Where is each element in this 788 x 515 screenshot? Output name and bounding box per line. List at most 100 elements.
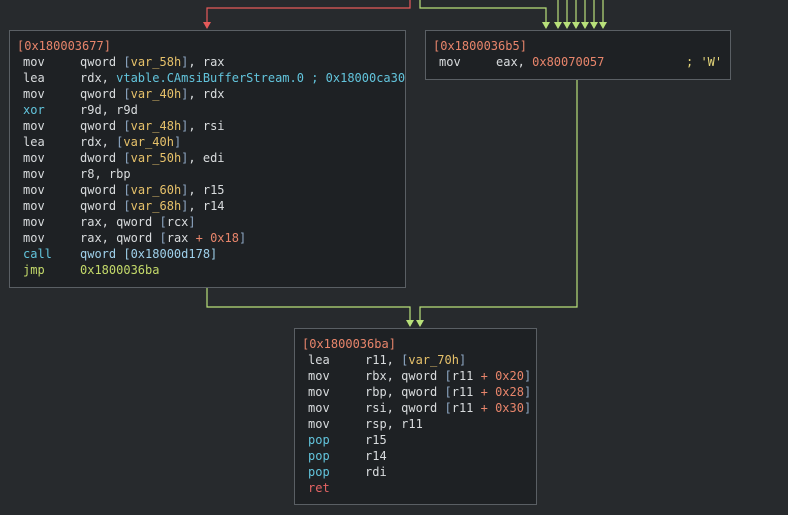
block-address: [0x180003677] <box>17 39 111 53</box>
operand-token: var_50h <box>130 151 182 165</box>
operands: rdx, [var_40h] <box>80 134 181 150</box>
edge-jmp-arrow <box>406 320 414 327</box>
edge-false <box>206 0 411 28</box>
instruction-line[interactable]: mov rax, qword [rcx] <box>17 214 405 230</box>
operand-token: r8, rbp <box>80 167 131 181</box>
operand-token: eax, <box>496 55 533 69</box>
instruction-line[interactable]: mov qword [var_40h], rdx <box>17 86 405 102</box>
mnemonic: xor <box>23 103 45 117</box>
basic-block-0x1800036b5[interactable]: [0x1800036b5] mov eax, 0x80070057 ; 'W' <box>425 30 731 80</box>
mnemonic: mov <box>23 231 45 245</box>
mnemonic: mov <box>308 417 330 431</box>
instruction-line[interactable]: mov r8, rbp <box>17 166 405 182</box>
operands: rsi, qword [r11 + 0x30] <box>365 400 531 416</box>
operands: r14 <box>365 448 387 464</box>
block-instructions: mov qword [var_58h], rax lea rdx, vtable.CA… <box>17 54 405 278</box>
operands: qword [var_48h], rsi <box>80 118 225 134</box>
mnemonic: mov <box>308 369 330 383</box>
mnemonic: pop <box>308 433 330 447</box>
operands: r9d, r9d <box>80 102 138 118</box>
operand-token: dword <box>80 151 124 165</box>
operand-token: rsp, r11 <box>365 417 423 431</box>
incoming-edge-arrows <box>554 22 607 29</box>
operand-token: [ <box>444 401 452 415</box>
mnemonic: ret <box>308 481 330 495</box>
operands: rbx, qword [r11 + 0x20] <box>365 368 531 384</box>
instruction-line[interactable]: pop rdi <box>302 464 536 480</box>
operands: rbp, qword [r11 + 0x28] <box>365 384 531 400</box>
mnemonic: mov <box>23 87 45 101</box>
operand-token: [ <box>123 183 131 197</box>
operand-token: r11 <box>451 385 481 399</box>
operands: rdx, vtable.CAmsiBufferStream.0 ; 0x1800… <box>80 70 405 86</box>
operands: qword [0x18000d178] <box>80 246 217 262</box>
instruction-line[interactable]: mov rbp, qword [r11 + 0x28] <box>302 384 536 400</box>
instruction-line[interactable]: mov qword [var_60h], r15 <box>17 182 405 198</box>
operand-token: var_48h <box>130 119 182 133</box>
operand-token: , rdx <box>188 87 225 101</box>
operand-token: var_40h <box>123 135 174 149</box>
mnemonic: pop <box>308 465 330 479</box>
operand-token: [ <box>123 55 131 69</box>
instruction-line[interactable]: mov qword [var_48h], rsi <box>17 118 405 134</box>
basic-block-0x1800036ba[interactable]: [0x1800036ba] lea r11, [var_70h] mov rbx, q… <box>294 328 537 505</box>
operand-token: qword <box>80 119 124 133</box>
instruction-line[interactable]: call qword [0x18000d178] <box>17 246 405 262</box>
mnemonic: call <box>23 247 52 261</box>
operands: eax, 0x80070057 <box>496 54 604 70</box>
operand-token: , r15 <box>188 183 225 197</box>
operand-token: ] <box>188 215 196 229</box>
instruction-line[interactable]: jmp 0x1800036ba <box>17 262 405 278</box>
operand-token: var_40h <box>130 87 182 101</box>
mnemonic: mov <box>439 55 461 69</box>
instruction-line[interactable]: lea rdx, [var_40h] <box>17 134 405 150</box>
instruction-line[interactable]: mov qword [var_68h], r14 <box>17 198 405 214</box>
operand-token: ] <box>523 385 532 399</box>
operand-token: var_60h <box>130 183 182 197</box>
mnemonic: mov <box>23 55 45 69</box>
instruction-line[interactable]: mov rbx, qword [r11 + 0x20] <box>302 368 536 384</box>
operand-token: qword <box>80 199 124 213</box>
instruction-line[interactable]: pop r15 <box>302 432 536 448</box>
operand-token: rax <box>166 231 196 245</box>
operand-token: [ <box>159 231 167 245</box>
basic-block-0x180003677[interactable]: [0x180003677] mov qword [var_58h], rax lea… <box>9 30 406 288</box>
operands: qword [var_58h], rax <box>80 54 225 70</box>
instruction-line[interactable]: mov eax, 0x80070057 ; 'W' <box>433 54 730 70</box>
operand-token: ] <box>173 135 182 149</box>
operand-token: ] <box>238 231 247 245</box>
instruction-line[interactable]: mov rax, qword [rax + 0x18] <box>17 230 405 246</box>
operand-token: rax, qword <box>80 231 160 245</box>
instruction-line[interactable]: mov rsi, qword [r11 + 0x30] <box>302 400 536 416</box>
instruction-line[interactable]: mov qword [var_58h], rax <box>17 54 405 70</box>
operand-token: [ <box>159 215 167 229</box>
operand-token: rax, qword <box>80 215 160 229</box>
operand-token: r11 <box>451 369 481 383</box>
instruction-line[interactable]: lea rdx, vtable.CAmsiBufferStream.0 ; 0x1… <box>17 70 405 86</box>
edge-fallthrough-arrow <box>416 320 424 327</box>
operand-token: qword [0x18000d178] <box>80 247 218 261</box>
edge-true-arrow <box>542 22 550 29</box>
operands: qword [var_40h], rdx <box>80 86 225 102</box>
edge-false-arrow <box>203 22 211 29</box>
operand-token: ] <box>458 353 467 367</box>
operand-token: + 0x18 <box>195 231 239 245</box>
operand-token: qword <box>80 87 124 101</box>
instruction-line[interactable]: pop r14 <box>302 448 536 464</box>
instruction-line[interactable]: mov rsp, r11 <box>302 416 536 432</box>
edge-jmp <box>206 288 411 326</box>
operands: r11, [var_70h] <box>365 352 466 368</box>
instruction-line[interactable]: mov dword [var_50h], edi <box>17 150 405 166</box>
instruction-line[interactable]: ret <box>302 480 536 496</box>
operand-token: rbp, qword <box>365 385 445 399</box>
operand-token: qword <box>80 183 124 197</box>
operand-token: + 0x20 <box>480 369 524 383</box>
operand-token: var_58h <box>130 55 182 69</box>
instruction-line[interactable]: lea r11, [var_70h] <box>302 352 536 368</box>
operand-token: [ <box>123 87 131 101</box>
operand-token: var_70h <box>408 353 459 367</box>
operand-token: [ <box>123 199 131 213</box>
operand-token: 0x80070057 <box>532 55 605 69</box>
operands: r8, rbp <box>80 166 131 182</box>
instruction-line[interactable]: xor r9d, r9d <box>17 102 405 118</box>
